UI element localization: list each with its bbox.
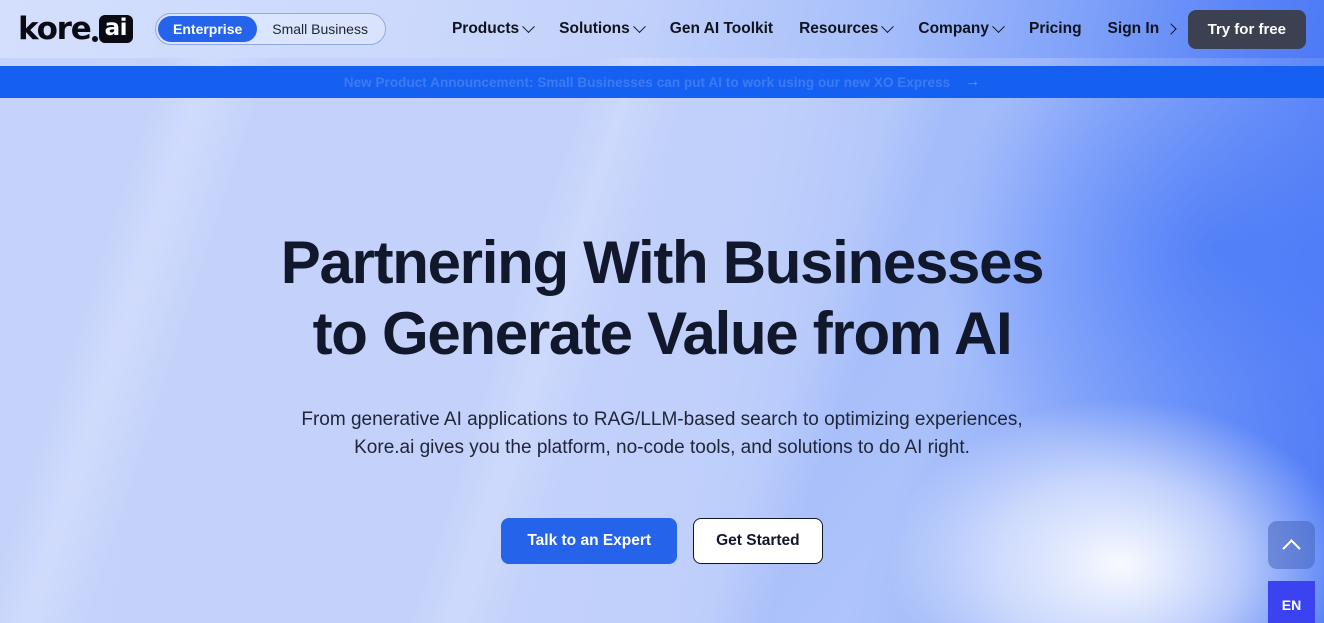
hero-subheading: From generative AI applications to RAG/L… <box>301 406 1022 462</box>
chevron-down-icon <box>632 19 646 33</box>
nav-item-company[interactable]: Company <box>918 19 1005 38</box>
get-started-button[interactable]: Get Started <box>693 517 823 564</box>
hero-cta-row: Talk to an Expert Get Started <box>501 517 823 564</box>
talk-to-an-expert-button[interactable]: Talk to an Expert <box>501 517 678 564</box>
nav-label-products: Products <box>451 20 520 37</box>
subheading-line-1: From generative AI applications to RAG/L… <box>301 408 1023 430</box>
page-title: Partnering With Businesses to Generate V… <box>280 228 1045 370</box>
chevron-down-icon <box>881 19 895 33</box>
chevron-up-icon <box>1282 538 1301 558</box>
nav-item-resources[interactable]: Resources <box>799 19 895 38</box>
subheading-line-2: Kore.ai gives you the platform, no-code … <box>354 436 970 458</box>
segment-option-enterprise[interactable]: Enterprise <box>158 16 258 42</box>
nav-item-pricing[interactable]: Pricing <box>1029 20 1082 38</box>
headline-line-1: Partnering With Businesses <box>280 229 1045 296</box>
nav-item-gen-ai-toolkit[interactable]: Gen AI Toolkit <box>670 20 773 38</box>
announcement-banner[interactable]: New Product Announcement: Small Business… <box>0 66 1324 98</box>
chevron-down-icon <box>992 19 1005 33</box>
nav-item-sign-in[interactable]: Sign In <box>1107 20 1177 38</box>
logo-wordmark: kore <box>18 10 92 47</box>
try-for-free-button[interactable]: Try for free <box>1187 9 1306 49</box>
nav-label-solutions: Solutions <box>559 20 630 37</box>
page-root: kore ai Enterprise Small Business Produc… <box>0 0 1324 623</box>
nav-label-company: Company <box>918 20 989 37</box>
announcement-banner-text: New Product Announcement: Small Business… <box>343 74 951 90</box>
logo-dot-icon <box>91 36 98 42</box>
site-header: kore ai Enterprise Small Business Produc… <box>0 0 1324 58</box>
chevron-down-icon <box>522 19 536 33</box>
nav-label-gen-ai-toolkit: Gen AI Toolkit <box>669 20 774 37</box>
headline-line-2: to Generate Value from AI <box>312 299 1013 367</box>
nav-label-resources: Resources <box>799 20 879 37</box>
primary-navigation: Products Solutions Gen AI Toolkit Resour… <box>451 19 1180 38</box>
nav-label-sign-in: Sign In <box>1107 20 1160 37</box>
audience-segmented-toggle[interactable]: Enterprise Small Business <box>155 13 386 45</box>
nav-label-pricing: Pricing <box>1029 20 1082 37</box>
segment-option-small-business[interactable]: Small Business <box>257 16 383 42</box>
language-selector-button[interactable]: EN <box>1268 581 1315 623</box>
logo-ai-badge: ai <box>98 14 134 44</box>
hero-section: Partnering With Businesses to Generate V… <box>0 98 1324 623</box>
kore-ai-logo[interactable]: kore ai <box>18 10 134 47</box>
scroll-to-top-button[interactable] <box>1268 521 1315 569</box>
arrow-right-icon: → <box>964 73 981 90</box>
nav-item-solutions[interactable]: Solutions <box>559 19 646 38</box>
nav-item-products[interactable]: Products <box>451 19 536 38</box>
chevron-right-icon <box>1165 23 1177 35</box>
